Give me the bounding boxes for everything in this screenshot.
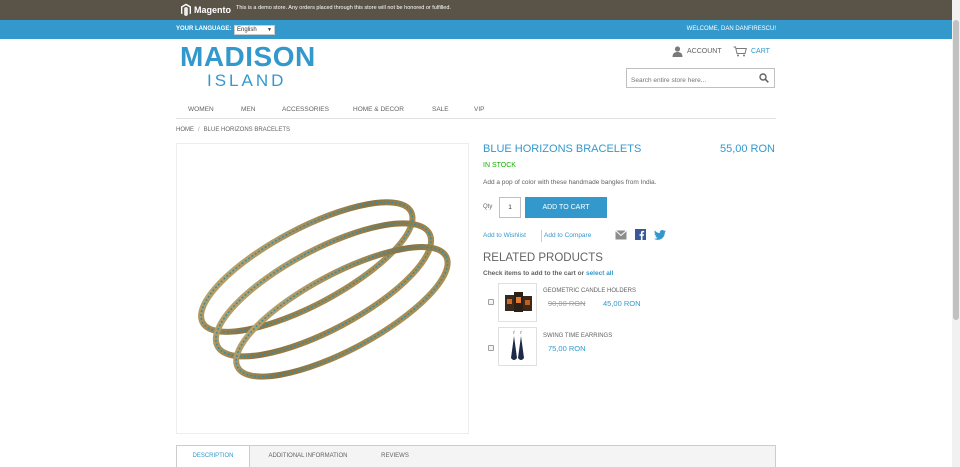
breadcrumb-separator: / xyxy=(198,127,200,133)
cart-icon xyxy=(733,46,747,57)
related-item-price-candle: 45,00 RON xyxy=(603,299,641,308)
magento-brand: Magento xyxy=(194,5,231,15)
product-name: BLUE HORIZONS BRACELETS xyxy=(483,143,642,155)
search-box xyxy=(626,68,775,90)
logo-line-2: ISLAND xyxy=(207,71,287,90)
tab-additional-information[interactable]: ADDITIONAL INFORMATION xyxy=(251,446,365,467)
candle-holders-image xyxy=(505,292,532,312)
language-label: YOUR LANGUAGE: xyxy=(176,26,232,32)
nav-item-sale[interactable]: SALE xyxy=(432,106,449,113)
magento-logo-icon xyxy=(181,3,191,17)
qty-input[interactable]: 1 xyxy=(499,197,521,218)
email-icon[interactable] xyxy=(615,230,627,240)
breadcrumb-home[interactable]: HOME xyxy=(176,127,194,133)
related-products-title: RELATED PRODUCTS xyxy=(483,252,603,264)
link-divider xyxy=(541,230,542,242)
language-select[interactable]: English ▼ xyxy=(234,25,275,35)
language-value: English xyxy=(237,27,257,33)
related-item-name-candle[interactable]: GEOMETRIC CANDLE HOLDERS xyxy=(543,288,636,294)
search-icon[interactable] xyxy=(759,73,769,83)
related-item-old-price-candle: 90,00 RON xyxy=(548,299,586,308)
related-hint-text: Check items to add to the cart or xyxy=(483,270,585,277)
product-tabs: DESCRIPTION ADDITIONAL INFORMATION REVIE… xyxy=(176,445,776,467)
account-label: ACCOUNT xyxy=(687,48,722,55)
twitter-icon[interactable] xyxy=(654,230,666,240)
main-nav: WOMEN MEN ACCESSORIES HOME & DECOR SALE … xyxy=(176,103,776,119)
magento-logo: Magento xyxy=(181,2,231,18)
nav-item-accessories[interactable]: ACCESSORIES xyxy=(282,106,329,113)
user-icon xyxy=(672,46,683,57)
welcome-message: WELCOME, DAN DANFIRESCU! xyxy=(686,26,776,32)
product-image[interactable] xyxy=(176,143,469,434)
nav-item-home-decor[interactable]: HOME & DECOR xyxy=(353,106,404,113)
cart-link[interactable]: CART xyxy=(733,46,770,57)
account-link[interactable]: ACCOUNT xyxy=(672,46,722,57)
earrings-image xyxy=(511,330,524,360)
site-logo[interactable]: MADISON ISLAND xyxy=(180,42,320,90)
header-top-bar: YOUR LANGUAGE: English ▼ WELCOME, DAN DA… xyxy=(0,20,960,39)
stock-status: IN STOCK xyxy=(483,162,516,169)
page-scrollbar[interactable] xyxy=(952,0,960,467)
breadcrumb: HOME / BLUE HORIZONS BRACELETS xyxy=(176,127,290,133)
product-description: Add a pop of color with these handmade b… xyxy=(483,179,657,186)
add-to-cart-button[interactable]: ADD TO CART xyxy=(525,197,607,218)
nav-item-men[interactable]: MEN xyxy=(241,106,255,113)
related-item-checkbox-candle[interactable] xyxy=(488,299,494,305)
qty-label: Qty xyxy=(483,204,493,210)
related-item-thumb-earrings[interactable] xyxy=(498,327,537,366)
nav-item-women[interactable]: WOMEN xyxy=(188,106,214,113)
bracelets-image xyxy=(198,199,451,380)
logo-line-1: MADISON xyxy=(180,41,316,72)
add-to-wishlist-link[interactable]: Add to Wishlist xyxy=(483,232,526,239)
chevron-down-icon: ▼ xyxy=(267,27,272,33)
related-item-checkbox-earrings[interactable] xyxy=(488,345,494,351)
add-to-compare-link[interactable]: Add to Compare xyxy=(544,232,591,239)
cart-label: CART xyxy=(751,48,770,55)
search-input[interactable] xyxy=(627,71,752,90)
demo-notice-text: This is a demo store. Any orders placed … xyxy=(236,5,451,11)
demo-notice-bar: Magento This is a demo store. Any orders… xyxy=(0,0,960,20)
facebook-icon[interactable] xyxy=(635,229,646,240)
tab-reviews[interactable]: REVIEWS xyxy=(365,446,425,467)
nav-item-vip[interactable]: VIP xyxy=(474,106,484,113)
related-item-name-earrings[interactable]: SWING TIME EARRINGS xyxy=(543,333,612,339)
related-item-thumb-candle[interactable] xyxy=(498,283,537,322)
product-price: 55,00 RON xyxy=(719,143,775,155)
breadcrumb-current: BLUE HORIZONS BRACELETS xyxy=(203,127,291,133)
related-products-hint: Check items to add to the cart or select… xyxy=(483,270,613,277)
tab-description[interactable]: DESCRIPTION xyxy=(177,446,250,467)
select-all-link[interactable]: select all xyxy=(586,270,613,277)
related-item-price-earrings: 75,00 RON xyxy=(548,344,586,353)
scrollbar-thumb[interactable] xyxy=(953,20,959,320)
